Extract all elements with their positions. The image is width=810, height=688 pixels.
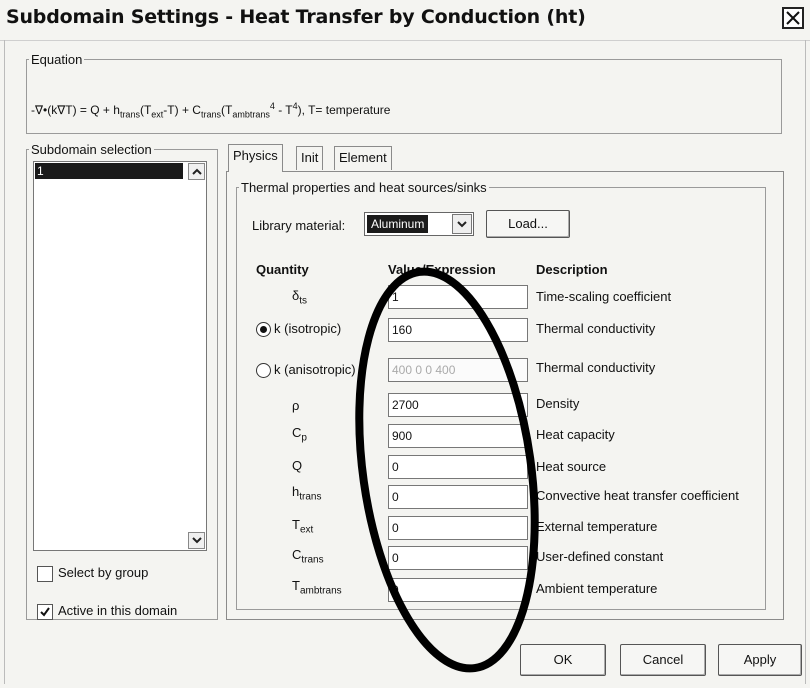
tab-init[interactable]: Init [296, 146, 324, 170]
quantity-label: Text [292, 517, 314, 536]
radio-unselected-icon [256, 363, 271, 379]
value-field-htrans[interactable]: 0 [388, 485, 528, 509]
quantity-label: Q [292, 458, 303, 473]
equation-text: -∇•(k∇T) = Q + htrans(Text-T) + Ctrans(T… [31, 101, 391, 120]
value-field-k-isotropic[interactable]: 160 [388, 318, 528, 342]
value-expression-header: Value/Expression [388, 262, 496, 277]
quantity-label: Tambtrans [292, 578, 342, 597]
library-material-label: Library material: [252, 218, 346, 233]
scroll-up-button[interactable] [188, 163, 205, 180]
quantity-header: Quantity [256, 262, 309, 277]
thermal-properties-legend: Thermal properties and heat sources/sink… [241, 180, 487, 195]
tab-element[interactable]: Element [334, 146, 392, 170]
ok-button[interactable]: OK [520, 644, 606, 676]
subdomain-legend: Subdomain selection [31, 142, 152, 157]
description-text: Time-scaling coefficient [536, 289, 672, 304]
cancel-button[interactable]: Cancel [620, 644, 706, 676]
description-text: Thermal conductivity [536, 321, 656, 336]
window-title: Subdomain Settings - Heat Transfer by Co… [6, 6, 586, 28]
description-header: Description [536, 262, 608, 277]
quantity-label: Cp [292, 425, 307, 444]
value-field-q[interactable]: 0 [388, 455, 528, 479]
dropdown-arrow[interactable] [452, 214, 472, 234]
close-icon [786, 11, 800, 25]
value-field-ctrans[interactable]: 0 [388, 546, 528, 570]
value-field-cp[interactable]: 900 [388, 424, 528, 448]
value-field-k-anisotropic[interactable]: 400 0 0 400 [388, 358, 528, 382]
apply-button[interactable]: Apply [718, 644, 802, 676]
description-text: Thermal conductivity [536, 360, 656, 375]
value-field-tambtrans[interactable]: 0 [388, 578, 528, 602]
close-button[interactable] [782, 7, 804, 29]
value-field-rho[interactable]: 2700 [388, 393, 528, 417]
checkbox-unchecked-icon [37, 565, 53, 582]
active-in-domain-checkbox[interactable]: Active in this domain [37, 603, 177, 620]
chevron-down-icon [192, 537, 202, 544]
library-material-value: Aluminum [367, 215, 429, 233]
quantity-label: ρ [292, 398, 300, 413]
radio-selected-icon [256, 322, 271, 338]
chevron-up-icon [192, 168, 202, 175]
checkmark-icon [37, 603, 53, 620]
k-isotropic-radio[interactable]: k (isotropic) [256, 321, 341, 338]
equation-group: Equation -∇•(k∇T) = Q + htrans(Text-T) +… [26, 52, 782, 134]
description-text: User-defined constant [536, 549, 664, 564]
k-anisotropic-radio[interactable]: k (anisotropic) [256, 362, 356, 379]
library-material-select[interactable]: Aluminum [364, 212, 474, 236]
chevron-down-icon [457, 221, 467, 228]
value-field-text[interactable]: 0 [388, 516, 528, 540]
subdomain-listbox[interactable]: 1 [33, 161, 207, 551]
subdomain-list-item-1[interactable]: 1 [35, 163, 183, 179]
description-text: External temperature [536, 519, 658, 534]
description-text: Density [536, 396, 580, 411]
subdomain-selection-group: Subdomain selection 1 Select by group Ac… [26, 142, 218, 620]
equation-legend: Equation [31, 52, 83, 67]
quantity-label: δts [292, 288, 308, 307]
select-by-group-checkbox[interactable]: Select by group [37, 565, 148, 582]
value-field-dts[interactable]: 1 [388, 285, 528, 309]
description-text: Heat source [536, 459, 607, 474]
load-button[interactable]: Load... [486, 210, 570, 238]
tab-physics[interactable]: Physics [228, 144, 283, 172]
quantity-label: Ctrans [292, 547, 324, 566]
title-bar: Subdomain Settings - Heat Transfer by Co… [0, 0, 810, 41]
description-text: Ambient temperature [536, 581, 658, 596]
description-text: Convective heat transfer coefficient [536, 488, 739, 503]
quantity-label: htrans [292, 484, 322, 503]
description-text: Heat capacity [536, 427, 615, 442]
scroll-down-button[interactable] [188, 532, 205, 549]
